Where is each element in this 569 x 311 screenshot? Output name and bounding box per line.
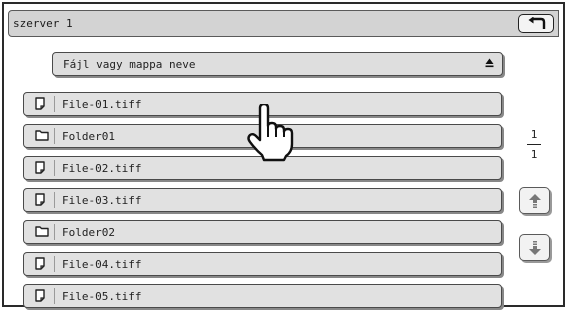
header-bar: szerver 1 bbox=[8, 10, 559, 37]
item-name: Folder01 bbox=[62, 130, 115, 143]
file-row[interactable]: File-05.tiff bbox=[23, 284, 502, 308]
total-pages: 1 bbox=[530, 148, 538, 161]
server-title: szerver 1 bbox=[13, 17, 73, 30]
row-icon-cell bbox=[28, 96, 55, 112]
back-button[interactable] bbox=[518, 14, 554, 33]
row-icon-cell bbox=[28, 224, 55, 240]
item-name: Folder02 bbox=[62, 226, 115, 239]
folder-icon bbox=[35, 226, 49, 237]
file-row[interactable]: File-04.tiff bbox=[23, 252, 502, 276]
row-icon-cell bbox=[28, 256, 55, 272]
item-name: File-05.tiff bbox=[62, 290, 142, 303]
sort-ascending-icon bbox=[485, 58, 494, 68]
item-name: File-03.tiff bbox=[62, 194, 142, 207]
row-icon-cell bbox=[28, 288, 55, 304]
page-indicator: 1 1 bbox=[527, 128, 541, 161]
row-icon-cell bbox=[28, 160, 55, 176]
file-icon bbox=[35, 289, 45, 302]
sort-by-name-button[interactable]: Fájl vagy mappa neve bbox=[52, 52, 503, 76]
current-page: 1 bbox=[530, 128, 538, 141]
sort-label: Fájl vagy mappa neve bbox=[63, 58, 196, 71]
file-icon bbox=[35, 193, 45, 206]
file-icon bbox=[35, 97, 45, 110]
file-icon bbox=[35, 161, 45, 174]
scroll-up-icon bbox=[529, 194, 541, 208]
row-icon-cell bbox=[28, 192, 55, 208]
item-name: File-02.tiff bbox=[62, 162, 142, 175]
item-name: File-04.tiff bbox=[62, 258, 142, 271]
item-name: File-01.tiff bbox=[62, 98, 142, 111]
folder-icon bbox=[35, 130, 49, 141]
scroll-down-icon bbox=[529, 241, 541, 255]
scroll-up-button[interactable] bbox=[519, 187, 550, 214]
page-divider bbox=[527, 144, 541, 145]
folder-row[interactable]: Folder02 bbox=[23, 220, 502, 244]
hand-pointer-icon bbox=[247, 104, 294, 162]
file-row[interactable]: File-03.tiff bbox=[23, 188, 502, 212]
scroll-down-button[interactable] bbox=[519, 234, 550, 261]
row-icon-cell bbox=[28, 128, 55, 144]
back-arrow-icon bbox=[528, 17, 546, 29]
file-icon bbox=[35, 257, 45, 270]
